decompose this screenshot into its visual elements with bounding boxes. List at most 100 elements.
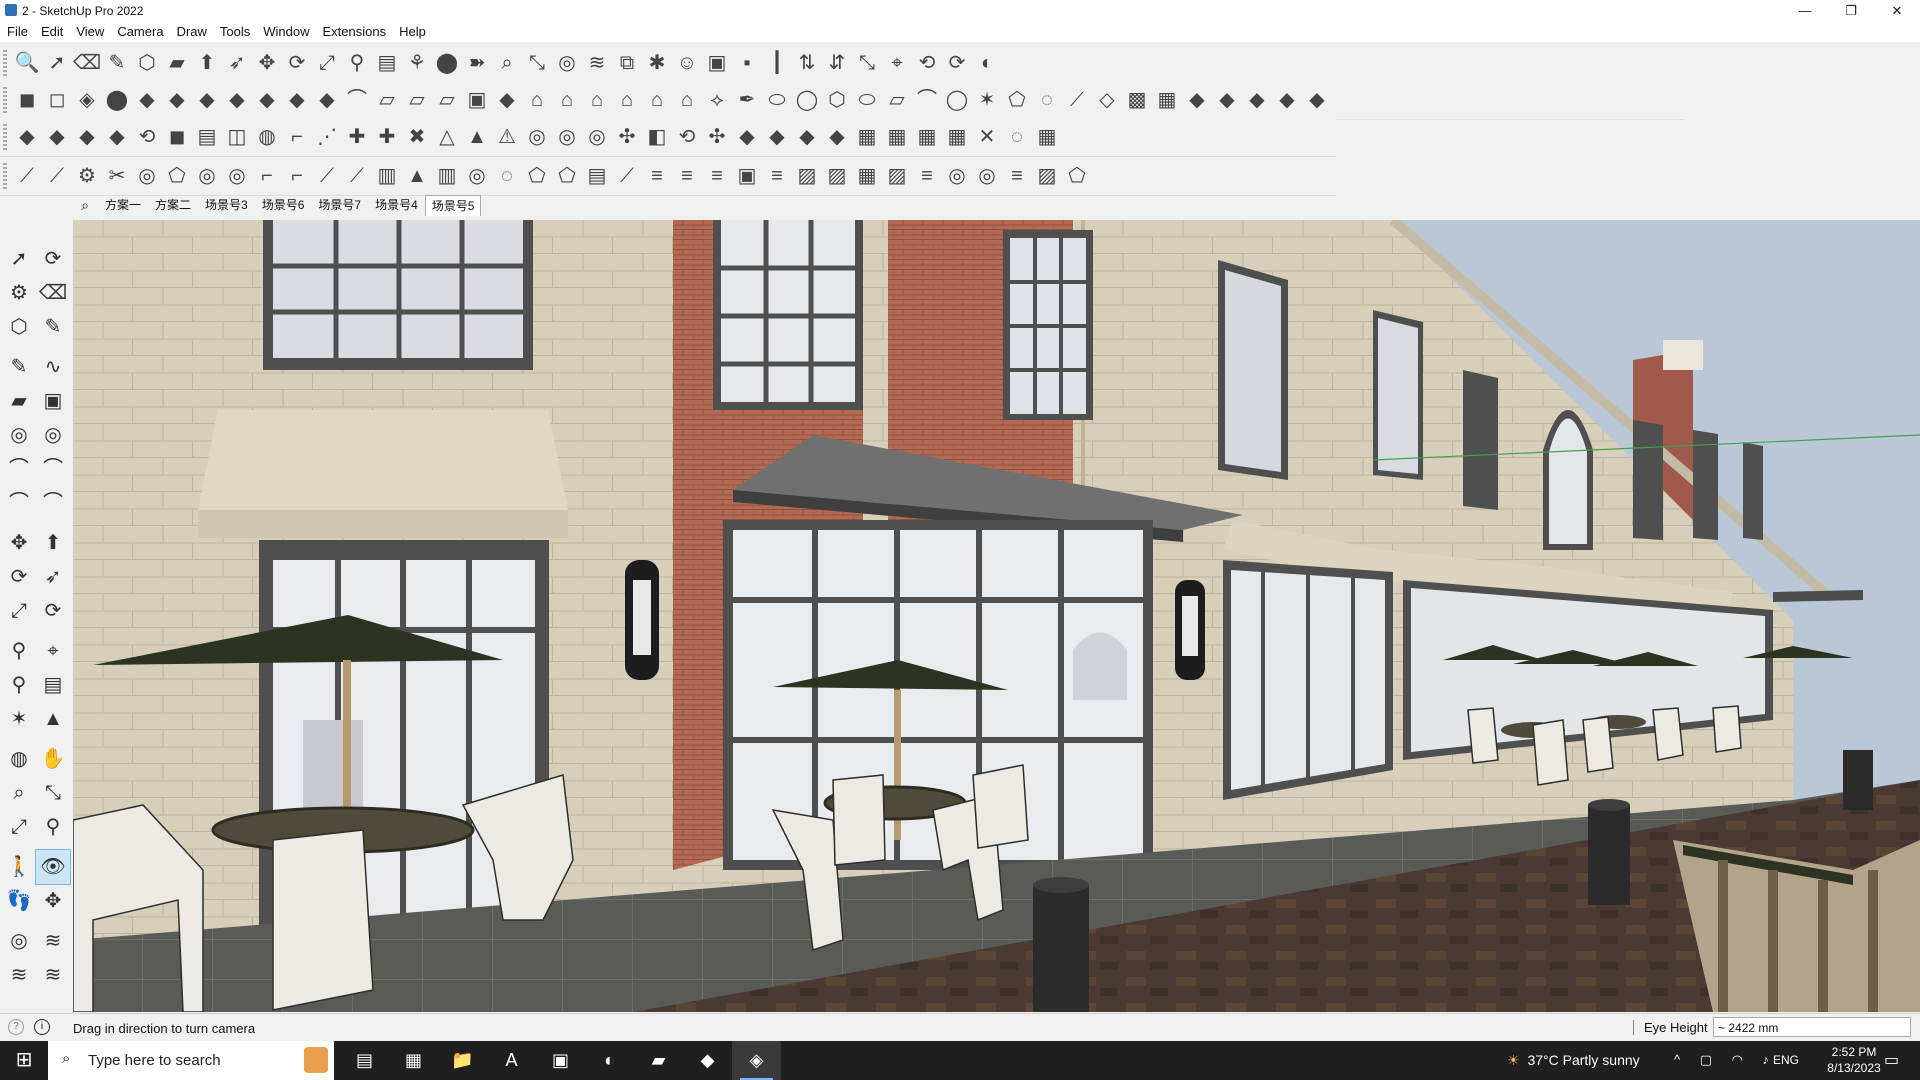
tool-icon[interactable]: ⌕ bbox=[2, 776, 36, 810]
toolbar-tool-icon[interactable]: ⟋ bbox=[342, 161, 372, 191]
toolbar-tool-icon[interactable]: ⚠ bbox=[492, 122, 522, 152]
toolbar-tool-icon[interactable]: ➶ bbox=[222, 48, 252, 78]
tool-icon[interactable]: ◍ bbox=[2, 742, 36, 776]
taskbar-clock[interactable]: 2:52 PM 8/13/2023 bbox=[1822, 1044, 1886, 1076]
tool-icon[interactable]: ⌒ bbox=[36, 452, 70, 486]
toolbar-grip-icon[interactable] bbox=[3, 50, 7, 76]
tool-icon[interactable]: ≋ bbox=[36, 958, 70, 992]
toolbar-tool-icon[interactable]: ◯ bbox=[792, 85, 822, 115]
tool-icon[interactable]: ▰ bbox=[2, 384, 36, 418]
toolbar-tool-icon[interactable]: ▦ bbox=[852, 161, 882, 191]
toolbar-tool-icon[interactable]: ◆ bbox=[822, 122, 852, 152]
tool-icon[interactable]: ⬡ bbox=[2, 310, 36, 344]
edge-icon[interactable]: ◐ bbox=[585, 1041, 634, 1080]
toolbar-tool-icon[interactable]: ◈ bbox=[72, 85, 102, 115]
toolbar-tool-icon[interactable]: ✣ bbox=[702, 122, 732, 152]
toolbar-tool-icon[interactable]: ◎ bbox=[522, 122, 552, 152]
toolbar-tool-icon[interactable]: ⌖ bbox=[882, 48, 912, 78]
toolbar-tool-icon[interactable]: ◌ bbox=[492, 161, 522, 191]
toolbar-tool-icon[interactable]: ⟋ bbox=[12, 161, 42, 191]
toolbar-tool-icon[interactable]: ≡ bbox=[702, 161, 732, 191]
toolbar-tool-icon[interactable]: ◎ bbox=[942, 161, 972, 191]
toolbar-tool-icon[interactable]: ▣ bbox=[732, 161, 762, 191]
tool-icon[interactable]: ⌒ bbox=[2, 452, 36, 486]
toolbar-tool-icon[interactable]: ▦ bbox=[882, 122, 912, 152]
tool-icon[interactable]: ◎ bbox=[36, 418, 70, 452]
toolbar-tool-icon[interactable]: ▦ bbox=[942, 122, 972, 152]
app-icon[interactable]: ▣ bbox=[536, 1041, 585, 1080]
toolbar-tool-icon[interactable]: ➚ bbox=[42, 48, 72, 78]
tool-icon[interactable]: ⌫ bbox=[36, 276, 70, 310]
toolbar-tool-icon[interactable]: ▦ bbox=[1032, 122, 1062, 152]
tool-icon[interactable]: ➶ bbox=[36, 560, 70, 594]
toolbar-tool-icon[interactable]: ▲ bbox=[462, 122, 492, 152]
windows-start-icon[interactable]: ⊞ bbox=[0, 1041, 48, 1080]
toolbar-tool-icon[interactable]: ⌂ bbox=[672, 85, 702, 115]
toolbar-tool-icon[interactable]: ◆ bbox=[42, 122, 72, 152]
toolbar-tool-icon[interactable]: ◯ bbox=[942, 85, 972, 115]
menu-camera[interactable]: Camera bbox=[110, 22, 169, 39]
toolbar-tool-icon[interactable]: ✚ bbox=[372, 122, 402, 152]
task-view-icon[interactable]: ▤ bbox=[340, 1041, 389, 1080]
toolbar-tool-icon[interactable]: ⟲ bbox=[132, 122, 162, 152]
toolbar-tool-icon[interactable]: ⌒ bbox=[342, 85, 372, 115]
toolbar-tool-icon[interactable]: ⌕ bbox=[492, 48, 522, 78]
tool-icon[interactable]: 🚶 bbox=[2, 850, 36, 884]
toolbar-tool-icon[interactable]: ◆ bbox=[102, 122, 132, 152]
toolbar-tool-icon[interactable]: ▨ bbox=[822, 161, 852, 191]
toolbar-tool-icon[interactable]: ◆ bbox=[162, 85, 192, 115]
tool-icon[interactable]: ➚ bbox=[2, 242, 36, 276]
toolbar-tool-icon[interactable]: ▤ bbox=[372, 48, 402, 78]
toolbar-tool-icon[interactable]: ◎ bbox=[192, 161, 222, 191]
restore-icon[interactable]: ❐ bbox=[1828, 0, 1874, 22]
toolbar-tool-icon[interactable]: ◆ bbox=[792, 122, 822, 152]
toolbar-tool-icon[interactable]: ✶ bbox=[972, 85, 1002, 115]
toolbar-grip-icon[interactable] bbox=[3, 124, 7, 150]
toolbar-tool-icon[interactable]: ⋰ bbox=[312, 122, 342, 152]
toolbar-tool-icon[interactable]: ⟳ bbox=[282, 48, 312, 78]
toolbar-tool-icon[interactable]: ▦ bbox=[852, 122, 882, 152]
tool-icon[interactable]: ⚙ bbox=[2, 276, 36, 310]
tool-icon[interactable]: ▲ bbox=[36, 702, 70, 736]
toolbar-tool-icon[interactable]: ⬠ bbox=[552, 161, 582, 191]
tool-icon[interactable]: ≋ bbox=[36, 924, 70, 958]
minimize-icon[interactable]: — bbox=[1782, 0, 1828, 22]
toolbar-tool-icon[interactable]: ▣ bbox=[702, 48, 732, 78]
toolbar-tool-icon[interactable]: ✣ bbox=[612, 122, 642, 152]
toolbar-tool-icon[interactable]: ⌒ bbox=[912, 85, 942, 115]
toolbar-tool-icon[interactable]: ▩ bbox=[1122, 85, 1152, 115]
tool-icon[interactable]: ≋ bbox=[2, 958, 36, 992]
toolbar-tool-icon[interactable]: ◆ bbox=[1182, 85, 1212, 115]
toolbar-tool-icon[interactable]: ◇ bbox=[1092, 85, 1122, 115]
toolbar-tool-icon[interactable]: ⟲ bbox=[672, 122, 702, 152]
tool-icon[interactable]: 👁 bbox=[35, 849, 71, 885]
toolbar-tool-icon[interactable]: ⚙ bbox=[72, 161, 102, 191]
tool-icon[interactable]: ◎ bbox=[2, 924, 36, 958]
toolbar-tool-icon[interactable]: ◆ bbox=[1272, 85, 1302, 115]
tool-icon[interactable]: ⟳ bbox=[36, 594, 70, 628]
toolbar-tool-icon[interactable]: ✖ bbox=[402, 122, 432, 152]
toolbar-tool-icon[interactable]: ◎ bbox=[222, 161, 252, 191]
toolbar-tool-icon[interactable]: ◎ bbox=[462, 161, 492, 191]
toolbar-grip-icon[interactable] bbox=[3, 87, 7, 113]
tool-icon[interactable]: ⟳ bbox=[2, 560, 36, 594]
toolbar-tool-icon[interactable]: ⬡ bbox=[132, 48, 162, 78]
file-explorer-icon[interactable]: 📁 bbox=[438, 1041, 487, 1080]
toolbar-tool-icon[interactable]: ▦ bbox=[1152, 85, 1182, 115]
help-icon[interactable]: ? bbox=[8, 1019, 24, 1035]
toolbar-tool-icon[interactable]: ⚘ bbox=[402, 48, 432, 78]
toolbar-tool-icon[interactable]: ◆ bbox=[312, 85, 342, 115]
toolbar-tool-icon[interactable]: ▱ bbox=[402, 85, 432, 115]
app-icon[interactable]: ◆ bbox=[683, 1041, 732, 1080]
toolbar-tool-icon[interactable]: ▱ bbox=[432, 85, 462, 115]
toolbar-tool-icon[interactable]: ▰ bbox=[162, 48, 192, 78]
toolbar-tool-icon[interactable]: ⬭ bbox=[852, 85, 882, 115]
toolbar-tool-icon[interactable]: △ bbox=[432, 122, 462, 152]
menu-edit[interactable]: Edit bbox=[34, 22, 69, 39]
toolbar-tool-icon[interactable]: ◆ bbox=[732, 122, 762, 152]
toolbar-tool-icon[interactable]: ▨ bbox=[882, 161, 912, 191]
toolbar-tool-icon[interactable]: ◆ bbox=[1242, 85, 1272, 115]
toolbar-tool-icon[interactable]: ⧉ bbox=[612, 48, 642, 78]
tool-icon[interactable]: ✋ bbox=[36, 742, 70, 776]
toolbar-tool-icon[interactable]: ◆ bbox=[1212, 85, 1242, 115]
